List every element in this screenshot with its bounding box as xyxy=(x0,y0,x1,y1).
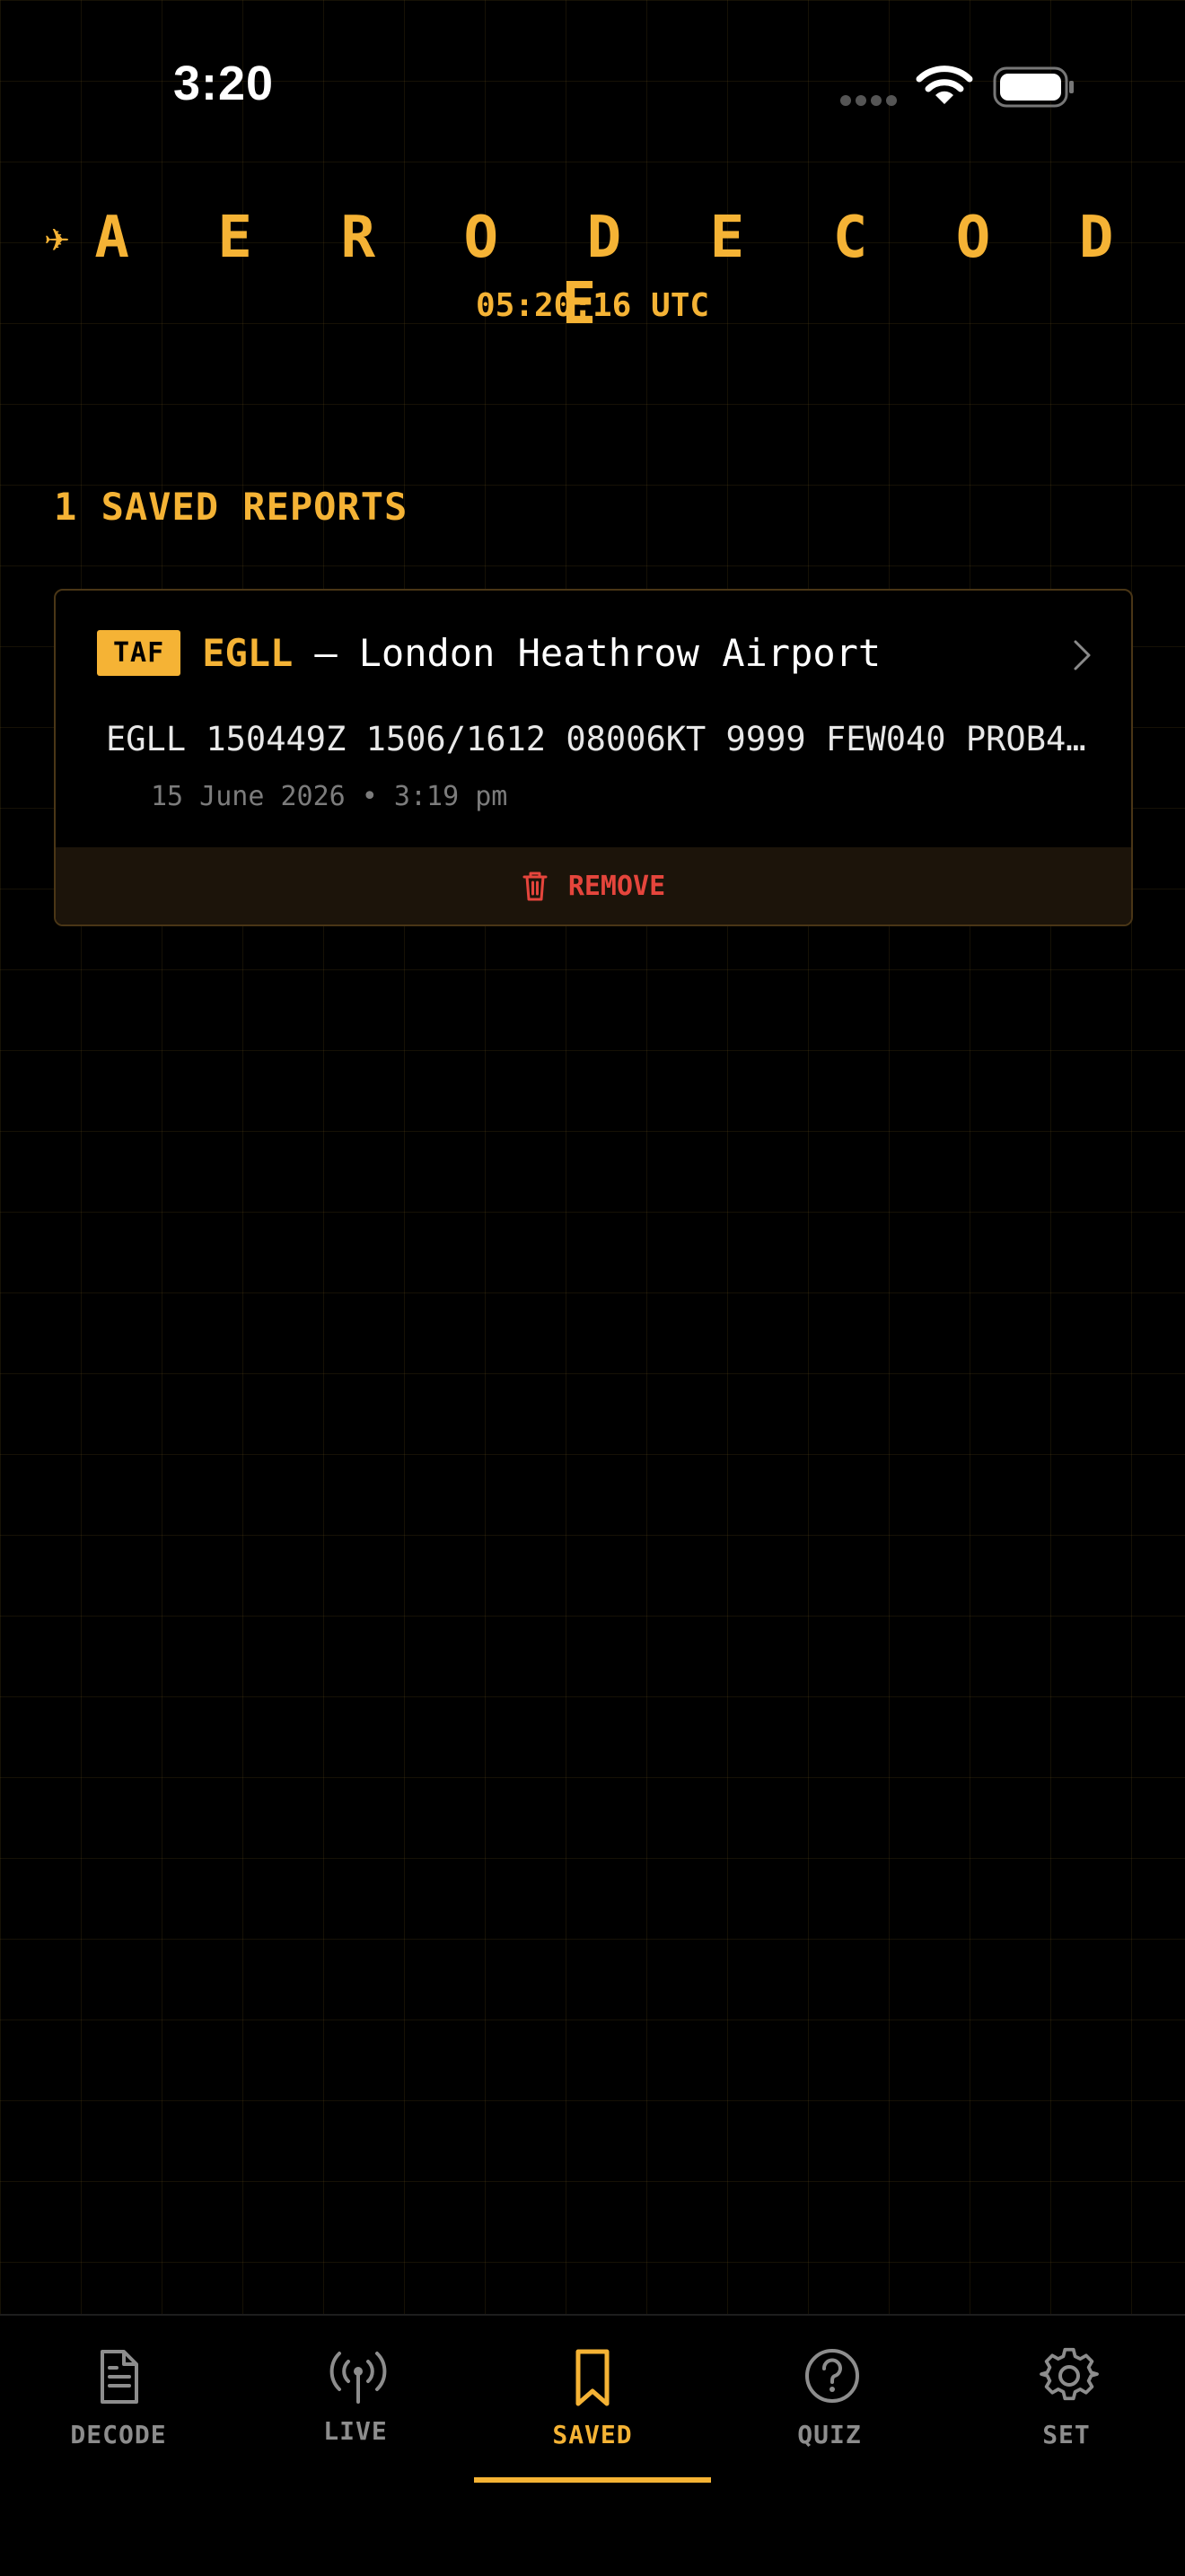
wifi-icon xyxy=(916,66,973,104)
tab-set-label: SET xyxy=(1042,2420,1091,2449)
saved-timestamp: 15 June 2026 • 3:19 pm xyxy=(151,781,508,812)
saved-count-heading: 1 SAVED REPORTS xyxy=(54,485,408,529)
remove-button[interactable]: REMOVE xyxy=(56,847,1131,924)
tab-set[interactable]: SET xyxy=(948,2316,1185,2495)
tab-decode[interactable]: DECODE xyxy=(0,2316,237,2495)
tab-decode-label: DECODE xyxy=(70,2420,167,2449)
question-icon xyxy=(805,2349,859,2403)
station-name: London Heathrow Airport xyxy=(358,631,882,675)
antenna-icon xyxy=(329,2352,387,2404)
active-tab-indicator xyxy=(474,2477,711,2483)
tab-quiz[interactable]: QUIZ xyxy=(711,2316,948,2495)
station-code: EGLL xyxy=(202,631,294,675)
tab-saved[interactable]: SAVED xyxy=(474,2316,711,2495)
chevron-right-icon[interactable] xyxy=(1072,639,1093,671)
status-time: 3:20 xyxy=(173,57,275,110)
saved-report-card[interactable]: TAF EGLL — London Heathrow Airport EGLL … xyxy=(54,589,1133,926)
report-type-badge: TAF xyxy=(97,630,181,676)
raw-report-text: EGLL 150449Z 1506/1612 08006KT 9999 FEW0… xyxy=(106,720,1086,758)
document-icon xyxy=(101,2350,138,2404)
utc-clock: 05:20:16 UTC xyxy=(475,287,710,324)
report-header: TAF EGLL — London Heathrow Airport xyxy=(97,630,881,676)
plane-icon: ✈ xyxy=(44,213,70,261)
remove-label: REMOVE xyxy=(567,870,666,902)
tab-quiz-label: QUIZ xyxy=(797,2420,862,2449)
station-separator: — xyxy=(314,631,338,675)
trash-icon xyxy=(522,872,548,901)
tab-saved-label: SAVED xyxy=(552,2420,633,2449)
gear-icon xyxy=(1040,2347,1099,2401)
tab-bar: DECODE LIVE SAVED QUIZ SET xyxy=(0,2314,1185,2576)
battery-icon xyxy=(993,66,1074,108)
cellular-signal-icon xyxy=(840,95,897,106)
tab-live-label: LIVE xyxy=(323,2416,388,2446)
tab-live[interactable]: LIVE xyxy=(237,2316,474,2495)
bookmark-icon xyxy=(575,2349,610,2406)
